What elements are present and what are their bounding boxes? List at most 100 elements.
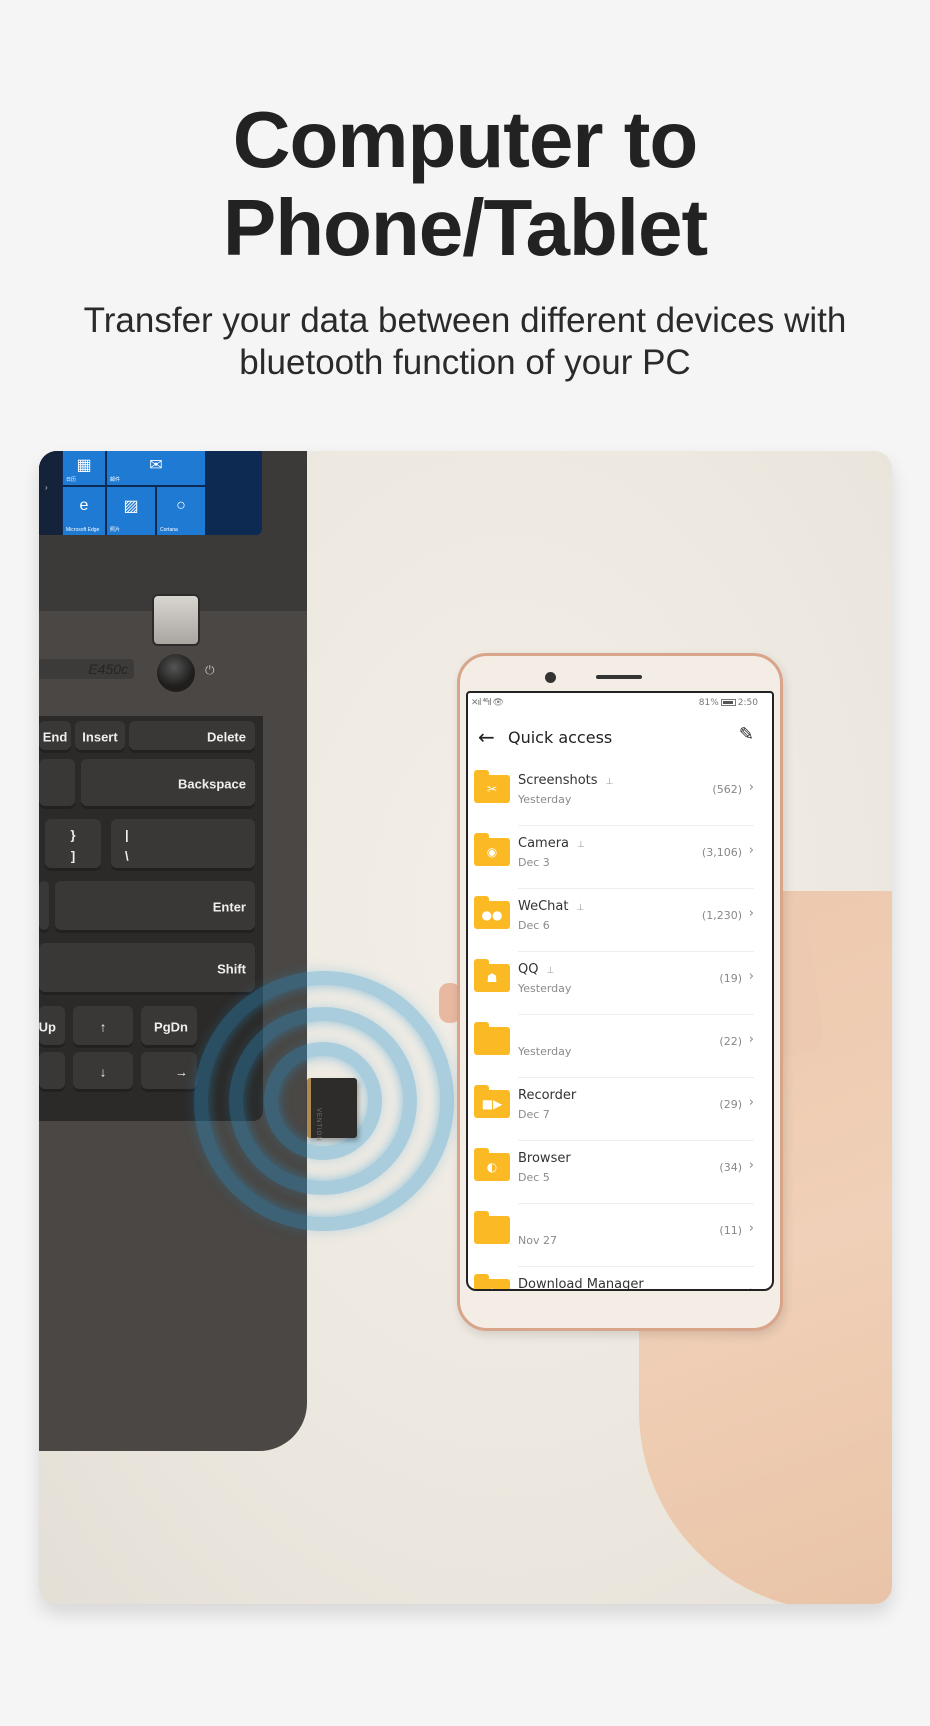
folder-date: Dec 3 (518, 856, 550, 869)
folder-icon: ✂ (474, 770, 510, 803)
key-down-arrow: ↓ (73, 1052, 133, 1092)
clock: 2:50 (737, 698, 758, 708)
folder-count: (22) (719, 1035, 742, 1048)
folder-glyph-icon: ●● (481, 908, 503, 922)
chevron-right-icon: › (748, 906, 754, 921)
pin-icon: ⊥ (546, 966, 555, 976)
product-photo: › ▦ 日历 ✉ 邮件 e Microsoft Edge ▨ 照片 ○ Cort… (39, 451, 892, 1604)
tile-calendar: ▦ 日历 (63, 451, 105, 485)
key-backspace: Backspace (81, 759, 255, 809)
chevron-right-icon: › (748, 780, 754, 795)
folder-icon (474, 1211, 510, 1244)
folder-glyph-icon: ◐ (486, 1160, 498, 1174)
folder-date: Yesterday (518, 793, 572, 806)
folder-icon: ◐ (474, 1148, 510, 1181)
key-backslash: | \ (111, 819, 255, 871)
chevron-right-icon: › (748, 843, 754, 858)
tile-label: Microsoft Edge (66, 527, 100, 533)
folder-count: (11) (719, 1224, 742, 1237)
key-insert: Insert (75, 721, 125, 753)
chevron-right-icon: › (749, 1284, 754, 1289)
key-up-arrow: ↑ (73, 1006, 133, 1048)
subtitle-line-1: Transfer your data between different dev… (83, 301, 847, 340)
folder-name: Recorder (518, 1088, 577, 1103)
chevron-right-icon: › (748, 1032, 754, 1047)
folder-list-item[interactable]: ●● WeChat ⊥ Dec 6 (1,230) › (468, 889, 772, 952)
tile-mail: ✉ 邮件 (107, 451, 205, 485)
page-subtitle: Transfer your data between different dev… (0, 300, 930, 384)
quick-access-list: ✂ Screenshots ⊥ Yesterday (562) › ◉ Camera ⊥ Dec … (468, 763, 772, 1291)
pin-icon: ⊥ (577, 840, 585, 850)
key-partial (39, 759, 75, 809)
cortana-icon: ○ (176, 497, 186, 515)
screen-title: Quick access (508, 728, 613, 747)
power-icon: ⏻ (205, 663, 215, 677)
folder-name: Download Manager (518, 1277, 644, 1291)
folder-count: (1,230) (701, 909, 742, 922)
key-right-arrow: → (141, 1052, 197, 1092)
bluetooth-dongle: VENTION (307, 1078, 357, 1142)
expand-chevron-icon: › (45, 483, 48, 492)
page-headline: Computer to Phone/Tablet (0, 96, 930, 272)
folder-list-item[interactable]: ☗ QQ ⊥ Yesterday (19) › (468, 952, 772, 1015)
calendar-icon: ▦ (76, 456, 92, 474)
status-right: 81% 2:50 (699, 698, 758, 708)
chevron-right-icon: › (748, 1221, 754, 1236)
folder-icon: ☗ (474, 959, 510, 992)
battery-icon (720, 699, 736, 706)
folder-count: (19) (719, 972, 742, 985)
folder-count: (3,106) (701, 846, 742, 859)
folder-date: Dec 5 (518, 1171, 550, 1184)
folder-list-item[interactable]: ■▶ Recorder Dec 7 (29) › (468, 1078, 772, 1141)
front-camera (545, 672, 556, 683)
folder-icon: ◉ (474, 833, 510, 866)
back-arrow-icon[interactable]: ← (478, 725, 495, 749)
battery-percent: 81% (698, 698, 719, 708)
status-bar: ✕ıl ⁴⁶ıl 👁 81% 2:50 (468, 693, 772, 713)
key-pgdn: PgDn (141, 1006, 197, 1048)
folder-icon: ●● (474, 896, 510, 929)
dongle-brand: VENTION (315, 1108, 321, 1142)
folder-list-item[interactable]: ↓ Download Manager (7) › (468, 1267, 772, 1291)
pin-icon: ⊥ (605, 777, 614, 787)
folder-count: (34) (719, 1161, 742, 1174)
folder-name: WeChat ⊥ (518, 899, 585, 914)
folder-icon: ↓ (474, 1274, 510, 1289)
folder-name: Camera ⊥ (518, 836, 585, 851)
key-bracket: }] (45, 819, 101, 871)
folder-glyph-icon: ◉ (486, 845, 498, 859)
folder-list-item[interactable]: Nov 27 (11) › (468, 1204, 772, 1267)
folder-icon: ■▶ (474, 1085, 510, 1118)
folder-glyph-icon: ■▶ (481, 1097, 503, 1111)
key-left-arrow (39, 1052, 65, 1092)
folder-name: Browser (518, 1151, 571, 1166)
folder-list-item[interactable]: ✂ Screenshots ⊥ Yesterday (562) › (468, 763, 772, 826)
folder-icon (474, 1022, 510, 1055)
key-partial (39, 881, 49, 933)
key-shift: Shift (39, 943, 255, 995)
subtitle-line-2: bluetooth function of your PC (239, 343, 691, 382)
folder-list-item[interactable]: Yesterday (22) › (468, 1015, 772, 1078)
signal-icons: ✕ıl ⁴⁶ıl 👁 (471, 698, 504, 708)
folder-count: (7) (726, 1287, 742, 1289)
folder-date: Yesterday (518, 982, 572, 995)
start-menu-strip: › (39, 451, 62, 535)
chevron-right-icon: › (748, 1095, 754, 1110)
folder-glyph-icon: ↓ (487, 1287, 497, 1289)
edit-pencil-icon[interactable]: ✎ (739, 724, 754, 745)
headline-line-2: Phone/Tablet (222, 183, 708, 272)
hinge-latch (152, 594, 200, 646)
folder-glyph-icon: ✂ (486, 782, 498, 796)
folder-date: Dec 7 (518, 1108, 550, 1121)
tile-cortana: ○ Cortana (157, 487, 205, 535)
folder-list-item[interactable]: ◉ Camera ⊥ Dec 3 (3,106) › (468, 826, 772, 889)
mail-icon: ✉ (149, 456, 163, 474)
app-bar: ← Quick access ✎ (468, 719, 772, 759)
key-pgup: Up (39, 1006, 65, 1048)
laptop: › ▦ 日历 ✉ 邮件 e Microsoft Edge ▨ 照片 ○ Cort… (39, 451, 307, 1451)
tile-label: 照片 (110, 527, 121, 533)
folder-list-item[interactable]: ◐ Browser Dec 5 (34) › (468, 1141, 772, 1204)
laptop-screen: › ▦ 日历 ✉ 邮件 e Microsoft Edge ▨ 照片 ○ Cort… (39, 451, 262, 535)
tile-photos: ▨ 照片 (107, 487, 155, 535)
folder-name: Screenshots ⊥ (518, 773, 614, 788)
